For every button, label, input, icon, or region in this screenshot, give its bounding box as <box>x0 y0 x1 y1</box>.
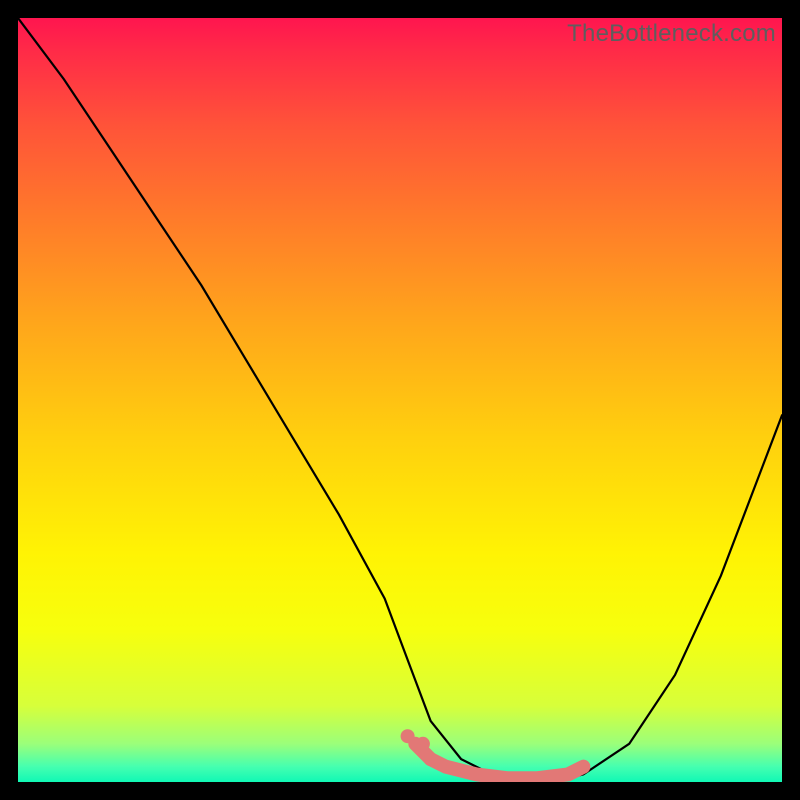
plot-area: TheBottleneck.com <box>18 18 782 782</box>
highlight-dot <box>416 737 430 751</box>
chart-frame: TheBottleneck.com <box>0 0 800 800</box>
highlight-dots <box>401 729 438 766</box>
bottleneck-curve-line <box>18 18 782 782</box>
highlight-band-line <box>415 744 583 778</box>
highlight-dot <box>424 752 438 766</box>
highlight-dot <box>401 729 415 743</box>
chart-svg <box>18 18 782 782</box>
